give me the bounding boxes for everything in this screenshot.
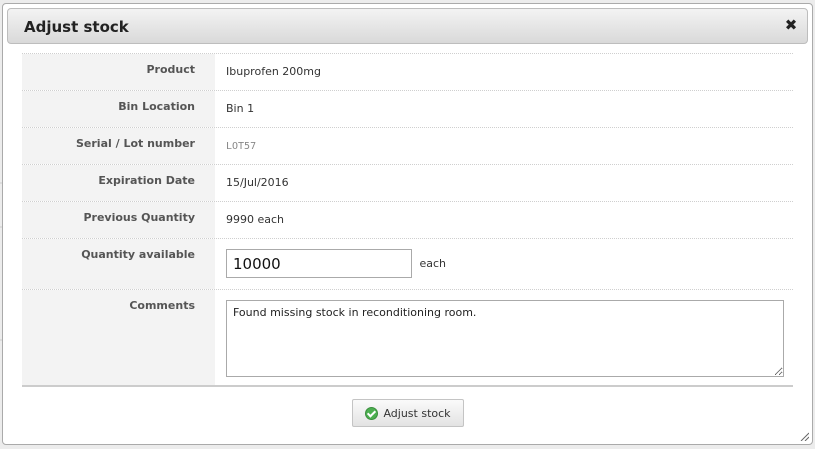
adjust-stock-button[interactable]: Adjust stock	[352, 399, 464, 427]
comments-textarea[interactable]: Found missing stock in reconditioning ro…	[226, 300, 784, 377]
quantity-available-input[interactable]	[226, 249, 412, 278]
quantity-unit: each	[419, 257, 447, 270]
adjust-stock-dialog: Adjust stock ✖ Product Ibuprofen 200mg B…	[2, 3, 813, 445]
resize-grip-icon[interactable]	[799, 431, 809, 441]
lot-number-label: Serial / Lot number	[22, 128, 215, 164]
adjust-stock-button-label: Adjust stock	[383, 406, 451, 420]
dialog-footer: Adjust stock	[22, 385, 793, 427]
close-icon[interactable]: ✖	[783, 17, 799, 33]
quantity-available-cell: each	[215, 239, 793, 289]
previous-quantity-value: 9990 each	[226, 213, 285, 226]
dialog-title: Adjust stock	[24, 18, 129, 36]
lot-number-value: LOT57	[226, 141, 257, 152]
expiration-date-value: 15/Jul/2016	[226, 176, 289, 189]
bin-location-label: Bin Location	[22, 91, 215, 127]
adjust-stock-form: Product Ibuprofen 200mg Bin Location Bin…	[22, 53, 793, 387]
comments-row: Comments Found missing stock in recondit…	[22, 290, 793, 387]
product-label: Product	[22, 54, 215, 90]
expiration-date-row: Expiration Date 15/Jul/2016	[22, 165, 793, 202]
bin-location-value: Bin 1	[226, 102, 255, 115]
quantity-available-label: Quantity available	[22, 239, 215, 289]
lot-number-row: Serial / Lot number LOT57	[22, 128, 793, 165]
product-row: Product Ibuprofen 200mg	[22, 54, 793, 91]
product-value: Ibuprofen 200mg	[226, 65, 321, 78]
comments-cell: Found missing stock in reconditioning ro…	[215, 290, 793, 387]
dialog-titlebar[interactable]: Adjust stock ✖	[7, 8, 808, 44]
previous-quantity-row: Previous Quantity 9990 each	[22, 202, 793, 239]
bin-location-row: Bin Location Bin 1	[22, 91, 793, 128]
check-circle-icon	[365, 406, 379, 420]
previous-quantity-label: Previous Quantity	[22, 202, 215, 238]
lot-number-cell: LOT57	[215, 128, 793, 164]
comments-label: Comments	[22, 290, 215, 387]
expiration-date-label: Expiration Date	[22, 165, 215, 201]
quantity-available-row: Quantity available each	[22, 239, 793, 290]
